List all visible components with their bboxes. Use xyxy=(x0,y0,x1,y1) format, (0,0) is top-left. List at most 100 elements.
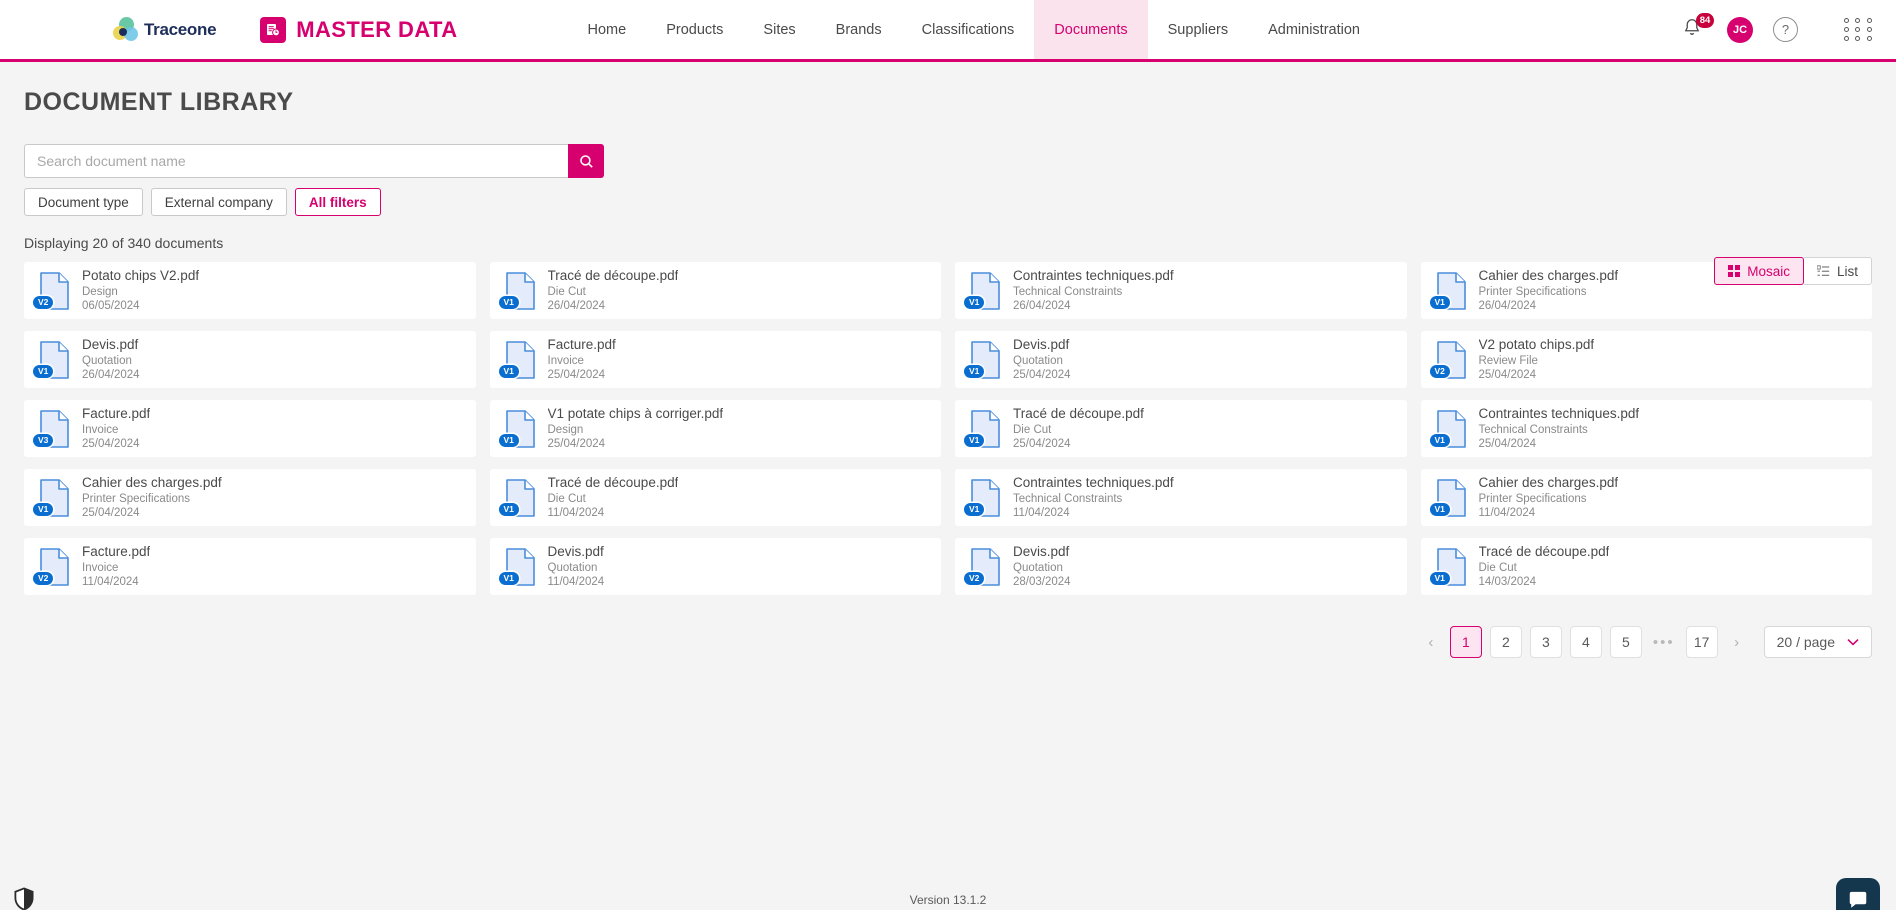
filter-all-filters[interactable]: All filters xyxy=(294,188,381,216)
document-card[interactable]: V1 Contraintes techniques.pdf Technical Co… xyxy=(955,262,1407,319)
document-card[interactable]: V2 Devis.pdf Quotation 28/03/2024 xyxy=(955,538,1407,595)
document-date: 25/04/2024 xyxy=(1013,438,1071,450)
document-type: Invoice xyxy=(82,424,119,436)
shield-icon xyxy=(14,887,34,910)
pagination-page-5[interactable]: 5 xyxy=(1609,626,1642,658)
document-type: Design xyxy=(547,424,584,436)
document-card[interactable]: V1 Devis.pdf Quotation 25/04/2024 xyxy=(955,331,1407,388)
apps-grid-icon[interactable] xyxy=(1844,18,1874,41)
master-data-logo[interactable]: MASTER DATA xyxy=(260,16,457,43)
document-type: Quotation xyxy=(82,355,132,367)
pagination-page-2[interactable]: 2 xyxy=(1489,626,1522,658)
document-type: Die Cut xyxy=(1478,562,1517,574)
version-badge: V1 xyxy=(33,502,54,516)
document-title: Devis.pdf xyxy=(1013,337,1070,352)
document-card[interactable]: V1 Tracé de découpe.pdf Die Cut 25/04/2024 xyxy=(955,400,1407,457)
document-card[interactable]: V1 Tracé de découpe.pdf Die Cut 26/04/2024 xyxy=(489,262,941,319)
document-type: Technical Constraints xyxy=(1013,493,1123,505)
document-type: Die Cut xyxy=(547,286,586,298)
pdf-file-icon: V1 xyxy=(964,409,1003,449)
document-card[interactable]: V2 V2 potato chips.pdf Review File 25/04/20… xyxy=(1420,331,1872,388)
document-card[interactable]: V1 Devis.pdf Quotation 11/04/2024 xyxy=(489,538,941,595)
filter-external-company[interactable]: External company xyxy=(150,188,287,216)
user-avatar[interactable]: JC xyxy=(1727,16,1753,43)
document-type: Printer Specifications xyxy=(1478,286,1587,298)
document-card-text: Devis.pdf Quotation 11/04/2024 xyxy=(548,544,605,589)
pagination-next[interactable]: › xyxy=(1726,627,1748,657)
notifications-button[interactable]: 84 xyxy=(1681,12,1714,43)
document-card[interactable]: V2 Facture.pdf Invoice 11/04/2024 xyxy=(24,538,476,595)
chat-bubble-icon xyxy=(1849,891,1867,908)
pagination-prev[interactable]: ‹ xyxy=(1420,627,1442,657)
document-card[interactable]: V1 Facture.pdf Invoice 25/04/2024 xyxy=(489,331,941,388)
document-date: 25/04/2024 xyxy=(1013,369,1071,381)
pdf-file-icon: V1 xyxy=(1429,409,1469,449)
page-size-label: 20 / page xyxy=(1776,634,1835,650)
traceone-mark-icon xyxy=(113,16,139,43)
nav-item-classifications[interactable]: Classifications xyxy=(902,0,1035,59)
nav-item-products[interactable]: Products xyxy=(646,0,743,59)
nav-item-home[interactable]: Home xyxy=(568,0,647,59)
view-mode-list[interactable]: List xyxy=(1803,257,1872,285)
page-size-select[interactable]: 20 / page xyxy=(1763,626,1872,658)
document-card[interactable]: V1 Devis.pdf Quotation 26/04/2024 xyxy=(24,331,476,388)
document-card-grid: V2 Potato chips V2.pdf Design 06/05/2024 V1 T… xyxy=(24,262,1872,595)
pagination-page-4[interactable]: 4 xyxy=(1569,626,1602,658)
help-button[interactable]: ? xyxy=(1773,17,1798,42)
document-date: 11/04/2024 xyxy=(547,576,605,588)
document-title: Tracé de découpe.pdf xyxy=(547,475,679,490)
document-card-text: Contraintes techniques.pdf Technical Cons… xyxy=(1013,475,1174,520)
chat-widget-button[interactable] xyxy=(1836,878,1880,910)
document-date: 28/03/2024 xyxy=(1013,576,1071,588)
nav-item-suppliers[interactable]: Suppliers xyxy=(1148,0,1248,59)
document-date: 25/04/2024 xyxy=(547,369,606,381)
document-card[interactable]: V3 Facture.pdf Invoice 25/04/2024 xyxy=(24,400,476,457)
document-card[interactable]: V1 Tracé de découpe.pdf Die Cut 11/04/2024 xyxy=(489,469,941,526)
version-badge: V1 xyxy=(33,364,54,378)
document-date: 11/04/2024 xyxy=(1478,507,1536,519)
pagination: ‹ 1 2 3 4 5 ••• 17 › 20 / page xyxy=(24,626,1872,658)
privacy-shield-button[interactable] xyxy=(13,887,35,910)
document-card[interactable]: V1 Cahier des charges.pdf Printer Specific… xyxy=(24,469,476,526)
view-mode-mosaic[interactable]: Mosaic xyxy=(1714,257,1804,285)
document-type: Technical Constraints xyxy=(1013,286,1123,298)
nav-item-brands[interactable]: Brands xyxy=(816,0,902,59)
top-bar-actions: 84 JC ? xyxy=(1681,0,1874,59)
nav-item-documents[interactable]: Documents xyxy=(1034,0,1148,59)
document-card[interactable]: V1 Tracé de découpe.pdf Die Cut 14/03/2024 xyxy=(1420,538,1872,595)
document-date: 25/04/2024 xyxy=(547,438,606,450)
document-card[interactable]: V1 V1 potate chips à corriger.pdf Design 25… xyxy=(489,400,941,457)
document-date: 26/04/2024 xyxy=(547,300,606,312)
version-badge: V1 xyxy=(498,364,519,378)
version-badge: V3 xyxy=(33,433,54,447)
pagination-page-3[interactable]: 3 xyxy=(1529,626,1562,658)
view-mode-list-label: List xyxy=(1836,263,1858,279)
search-button[interactable] xyxy=(568,144,604,178)
document-type: Die Cut xyxy=(1013,424,1052,436)
version-badge: V2 xyxy=(33,571,54,585)
pagination-ellipsis[interactable]: ••• xyxy=(1650,634,1678,651)
nav-item-administration[interactable]: Administration xyxy=(1248,0,1380,59)
document-card[interactable]: V1 Cahier des charges.pdf Printer Specific… xyxy=(1420,469,1872,526)
search-input[interactable] xyxy=(24,144,568,178)
document-date: 11/04/2024 xyxy=(82,576,139,588)
document-date: 26/04/2024 xyxy=(1013,300,1071,312)
filter-document-type[interactable]: Document type xyxy=(24,188,143,216)
document-card-text: Cahier des charges.pdf Printer Specificat… xyxy=(1479,268,1619,313)
document-date: 25/04/2024 xyxy=(1478,369,1537,381)
pagination-page-last[interactable]: 17 xyxy=(1685,626,1718,658)
document-card[interactable]: V1 Contraintes techniques.pdf Technical Co… xyxy=(1420,400,1872,457)
pagination-page-1[interactable]: 1 xyxy=(1449,626,1482,658)
pdf-file-icon: V1 xyxy=(964,271,1003,311)
version-badge: V1 xyxy=(964,502,985,516)
traceone-logo[interactable]: Traceone xyxy=(113,16,217,43)
version-badge: V1 xyxy=(1429,433,1450,447)
pdf-file-icon: V1 xyxy=(498,340,538,380)
chevron-down-icon xyxy=(1847,639,1859,646)
document-title: Cahier des charges.pdf xyxy=(82,475,222,490)
document-card-text: V2 potato chips.pdf Review File 25/04/2024 xyxy=(1479,337,1595,382)
document-card[interactable]: V2 Potato chips V2.pdf Design 06/05/2024 xyxy=(24,262,476,319)
nav-item-sites[interactable]: Sites xyxy=(743,0,815,59)
document-card[interactable]: V1 Contraintes techniques.pdf Technical Co… xyxy=(955,469,1407,526)
document-date: 26/04/2024 xyxy=(1478,300,1537,312)
